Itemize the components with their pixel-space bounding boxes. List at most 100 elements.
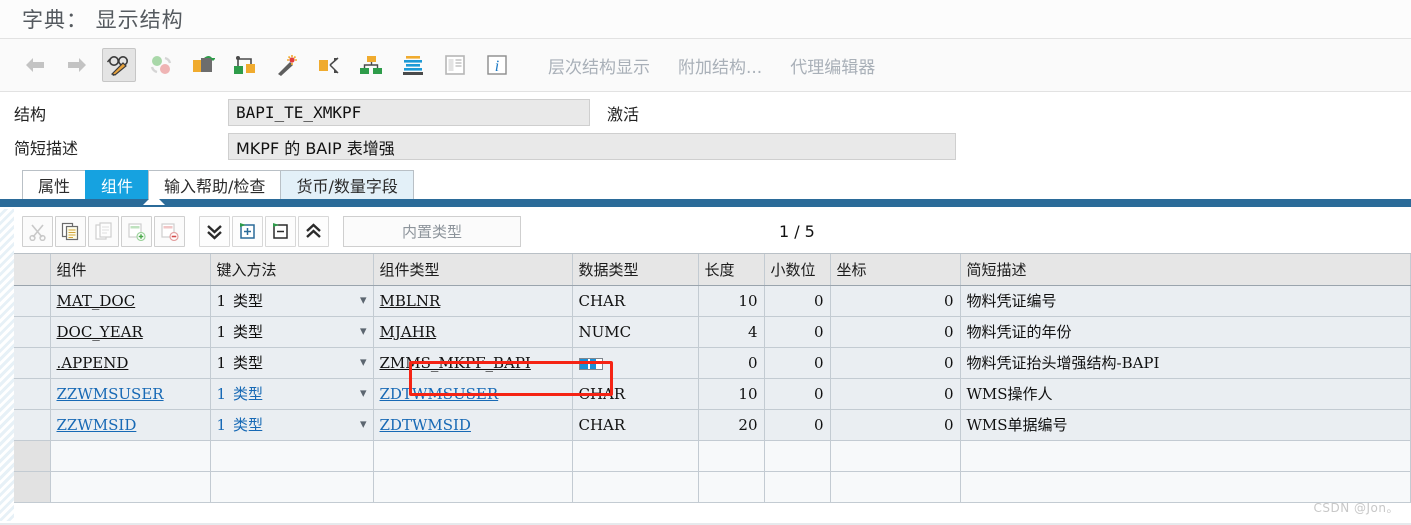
- back-arrow-icon[interactable]: [18, 48, 52, 82]
- proxy-editor-button[interactable]: 代理编辑器: [790, 53, 875, 78]
- chevron-down-icon[interactable]: ▾: [360, 293, 367, 308]
- chevron-down-icon[interactable]: ▾: [360, 386, 367, 401]
- cell-data-type[interactable]: CHAR: [572, 409, 699, 441]
- column-component-type[interactable]: 组件类型: [373, 254, 573, 286]
- copy-icon[interactable]: [55, 215, 86, 247]
- cell-data-type[interactable]: CHAR: [572, 285, 699, 317]
- table-row-empty[interactable]: [14, 471, 1411, 503]
- copy-object-icon[interactable]: [186, 48, 220, 82]
- cell-length[interactable]: 4: [698, 316, 765, 348]
- where-used-list-icon[interactable]: [228, 48, 262, 82]
- cell-data-type[interactable]: NUMC: [572, 316, 699, 348]
- paste-icon[interactable]: [88, 215, 119, 247]
- cell-typing-method[interactable]: 1 类型 ▾: [210, 285, 374, 317]
- column-coordinate[interactable]: 坐标: [830, 254, 961, 286]
- cell-coordinate[interactable]: 0: [830, 409, 961, 441]
- chevron-down-icon[interactable]: ▾: [360, 417, 367, 432]
- cell-coordinate[interactable]: 0: [830, 378, 961, 410]
- cell-component-type[interactable]: MJAHR: [373, 316, 573, 348]
- cell-decimals[interactable]: 0: [764, 316, 831, 348]
- cell-typing-method[interactable]: 1 类型 ▾: [210, 347, 374, 379]
- cell-length[interactable]: 0: [698, 347, 765, 379]
- expand-include-icon[interactable]: [232, 215, 263, 247]
- documentation-icon[interactable]: [438, 48, 472, 82]
- column-component[interactable]: 组件: [50, 254, 211, 286]
- cut-scissors-icon[interactable]: [22, 215, 53, 247]
- cell-decimals[interactable]: 0: [764, 285, 831, 317]
- cell-decimals[interactable]: 0: [764, 378, 831, 410]
- row-selector[interactable]: [14, 347, 51, 379]
- cell-component[interactable]: ZZWMSID: [50, 409, 211, 441]
- chevron-down-icon[interactable]: ▾: [360, 324, 367, 339]
- navigate-object-icon[interactable]: [312, 48, 346, 82]
- cell-length[interactable]: 20: [698, 409, 765, 441]
- row-selector[interactable]: [14, 409, 51, 441]
- cell-component-type[interactable]: MBLNR: [373, 285, 573, 317]
- table-row[interactable]: ZZWMSUSER 1 类型 ▾ ZDTWMSUSER CHAR 10 0 0 WM…: [14, 378, 1411, 410]
- cell-component-type[interactable]: ZDTWMSUSER: [373, 378, 573, 410]
- builtin-type-button[interactable]: 内置类型: [343, 215, 521, 247]
- display-change-glasses-pencil-icon[interactable]: [102, 48, 136, 82]
- magic-wand-icon[interactable]: [270, 48, 304, 82]
- tab-attributes[interactable]: 属性: [22, 170, 87, 199]
- table-row[interactable]: ZZWMSID 1 类型 ▾ ZDTWMSID CHAR 20 0 0 WMS单据编…: [14, 409, 1411, 441]
- cell-component[interactable]: ZZWMSUSER: [50, 378, 211, 410]
- column-typing-method[interactable]: 键入方法: [210, 254, 374, 286]
- table-row-empty[interactable]: [14, 440, 1411, 472]
- short-description-field[interactable]: MKPF 的 BAIP 表增强: [228, 133, 956, 160]
- cell-decimals[interactable]: 0: [764, 347, 831, 379]
- cell-data-type[interactable]: [572, 347, 699, 379]
- cell-coordinate[interactable]: 0: [830, 316, 961, 348]
- structure-label: 结构: [14, 104, 47, 124]
- table-row[interactable]: .APPEND 1 类型 ▾ ZMMS_MKPF_BAPI 0 0 0 物料凭证抬头…: [14, 347, 1411, 379]
- table-row[interactable]: DOC_YEAR 1 类型 ▾ MJAHR NUMC 4 0 0 物料凭证的年份: [14, 316, 1411, 348]
- cell-component[interactable]: MAT_DOC: [50, 285, 211, 317]
- column-decimals[interactable]: 小数位: [764, 254, 831, 286]
- row-selector[interactable]: [14, 440, 51, 472]
- cell-component[interactable]: DOC_YEAR: [50, 316, 211, 348]
- tab-input-help-check[interactable]: 输入帮助/检查: [148, 170, 282, 199]
- cell-typing-method[interactable]: 1 类型 ▾: [210, 316, 374, 348]
- cell-data-type[interactable]: CHAR: [572, 378, 699, 410]
- cell-decimals[interactable]: 0: [764, 409, 831, 441]
- cell-component-type[interactable]: ZMMS_MKPF_BAPI: [373, 347, 573, 379]
- cell-component-type[interactable]: ZDTWMSID: [373, 409, 573, 441]
- cell-typing-method[interactable]: 1 类型 ▾: [210, 409, 374, 441]
- collapse-include-icon[interactable]: [265, 215, 296, 247]
- row-selector-header[interactable]: [14, 254, 51, 286]
- insert-row-icon[interactable]: [121, 215, 152, 247]
- row-selector[interactable]: [14, 316, 51, 348]
- cell-short-description[interactable]: 物料凭证的年份: [960, 316, 1411, 348]
- append-structure-button[interactable]: 附加结构...: [678, 53, 762, 78]
- cell-length[interactable]: 10: [698, 378, 765, 410]
- cell-short-description[interactable]: WMS单据编号: [960, 409, 1411, 441]
- cell-short-description[interactable]: 物料凭证抬头增强结构-BAPI: [960, 347, 1411, 379]
- chevron-double-down-icon[interactable]: [199, 215, 230, 247]
- cell-short-description[interactable]: 物料凭证编号: [960, 285, 1411, 317]
- cell-typing-method[interactable]: 1 类型 ▾: [210, 378, 374, 410]
- hierarchy-display-button[interactable]: 层次结构显示: [548, 53, 650, 78]
- chevron-double-up-icon[interactable]: [298, 215, 329, 247]
- cell-coordinate[interactable]: 0: [830, 285, 961, 317]
- column-data-type[interactable]: 数据类型: [572, 254, 699, 286]
- hierarchy-structure-icon[interactable]: [354, 48, 388, 82]
- cell-component[interactable]: .APPEND: [50, 347, 211, 379]
- refresh-circles-icon[interactable]: [144, 48, 178, 82]
- cell-length[interactable]: 10: [698, 285, 765, 317]
- structure-name-field[interactable]: BAPI_TE_XMKPF: [228, 99, 590, 126]
- activate-layers-icon[interactable]: [396, 48, 430, 82]
- cell-short-description[interactable]: WMS操作人: [960, 378, 1411, 410]
- tab-currency-quantity-fields[interactable]: 货币/数量字段: [280, 170, 414, 199]
- row-selector[interactable]: [14, 285, 51, 317]
- tab-components[interactable]: 组件: [85, 170, 150, 199]
- chevron-down-icon[interactable]: ▾: [360, 355, 367, 370]
- information-icon[interactable]: i: [480, 48, 514, 82]
- column-length[interactable]: 长度: [698, 254, 765, 286]
- column-short-description[interactable]: 简短描述: [960, 254, 1411, 286]
- row-selector[interactable]: [14, 471, 51, 503]
- row-selector[interactable]: [14, 378, 51, 410]
- forward-arrow-icon[interactable]: [60, 48, 94, 82]
- cell-coordinate[interactable]: 0: [830, 347, 961, 379]
- table-row[interactable]: MAT_DOC 1 类型 ▾ MBLNR CHAR 10 0 0 物料凭证编号: [14, 285, 1411, 317]
- delete-row-icon[interactable]: [154, 215, 185, 247]
